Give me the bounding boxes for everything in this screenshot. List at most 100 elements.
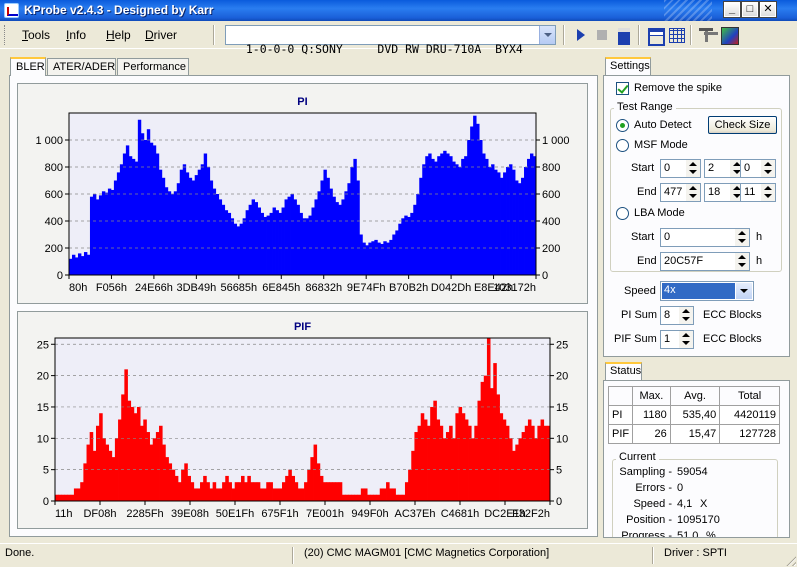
pi-sum-label: PI Sum [621, 309, 658, 321]
pi-bar [305, 218, 309, 275]
pi-bar [146, 129, 151, 275]
spin-arrows-icon[interactable] [735, 253, 749, 270]
pi-bar [221, 204, 226, 275]
layout-view-button[interactable] [645, 25, 665, 46]
pif-bar [540, 419, 545, 501]
pi-bar [104, 192, 109, 275]
pif-bar [474, 425, 478, 501]
pif-bar [477, 400, 482, 501]
resize-grip-icon[interactable] [784, 554, 796, 566]
pi-bar [362, 242, 366, 275]
pi-bar [341, 199, 345, 275]
tab-status[interactable]: Status [605, 362, 642, 380]
sampling-label: Sampling - [619, 466, 672, 478]
pi-bar [131, 158, 136, 275]
tab-performance[interactable]: Performance [117, 58, 189, 75]
stop-button[interactable] [592, 25, 612, 45]
spin-arrows-icon[interactable] [761, 184, 775, 201]
pi-bar [269, 212, 273, 275]
menu-help[interactable]: Help [106, 28, 131, 42]
speed-select[interactable]: 4x [660, 281, 754, 301]
auto-detect-radio[interactable] [616, 119, 629, 132]
msf-start-sec-input[interactable]: 2 [704, 159, 745, 178]
lba-end-input[interactable]: 20C57F [660, 252, 750, 271]
pi-bar [167, 191, 172, 275]
menu-tools[interactable]: Tools [22, 28, 50, 42]
pif-bar [351, 494, 355, 501]
pif-bar [398, 494, 403, 501]
pif-sum-unit: ECC Blocks [703, 333, 762, 345]
maximize-button[interactable]: □ [741, 1, 759, 18]
menu-tools-label: ools [28, 28, 51, 42]
stats-header-avg: Avg. [669, 386, 721, 406]
remove-spike-checkbox[interactable] [616, 82, 629, 95]
msf-start-frame-input[interactable]: 0 [740, 159, 776, 178]
menu-grip[interactable] [4, 25, 7, 45]
tab-bler[interactable]: BLER [10, 57, 46, 76]
msf-mode-radio[interactable] [616, 139, 629, 152]
start-button[interactable] [571, 25, 591, 45]
menu-driver[interactable]: Driver [145, 28, 177, 42]
pif-bar [345, 494, 349, 501]
save-button[interactable] [614, 25, 634, 45]
pi-bar [236, 226, 241, 275]
tab-ater-ader[interactable]: ATER/ADER [47, 58, 116, 75]
pi-bar [503, 172, 507, 275]
tools-icon[interactable] [697, 25, 717, 45]
toolbar-separator [213, 25, 215, 45]
spin-arrows-icon[interactable] [686, 184, 700, 201]
pi-bar [455, 164, 459, 275]
about-icon[interactable] [719, 25, 739, 45]
drive-select-value: 1-0-0-0 Q:SONY DVD RW DRU-710A BYX4 [245, 42, 523, 56]
pi-bar [194, 175, 199, 275]
menu-info[interactable]: Info [66, 28, 86, 42]
pif-bar [389, 488, 393, 501]
pif-bar [360, 488, 365, 501]
pif-bar [332, 482, 336, 501]
pi-bar [383, 241, 387, 275]
lba-start-input[interactable]: 0 [660, 228, 750, 247]
spin-arrows-icon[interactable] [761, 160, 775, 177]
msf-start-min-input[interactable]: 0 [660, 159, 701, 178]
drive-select[interactable]: 1-0-0-0 Q:SONY DVD RW DRU-710A BYX4 [225, 25, 556, 56]
close-button[interactable]: ✕ [759, 1, 777, 18]
pi-bar [479, 140, 483, 275]
spin-arrows-icon[interactable] [686, 160, 700, 177]
pi-sum-input[interactable]: 8 [660, 306, 694, 325]
status-panel: Max. Avg. Total PI 1180 535,40 4420119 P… [603, 380, 790, 538]
msf-end-frame-input[interactable]: 11 [740, 183, 776, 202]
pi-bar [446, 153, 450, 275]
pif-bar [209, 488, 214, 501]
pi-ytick-label: 400 [45, 216, 63, 228]
app-icon[interactable] [4, 3, 19, 18]
msf-end-sec-input[interactable]: 18 [704, 183, 745, 202]
pi-bar [98, 195, 103, 275]
pi-bar [80, 256, 85, 275]
check-size-button[interactable]: Check Size [708, 116, 777, 134]
pif-bar [313, 444, 318, 501]
pif-bar [155, 432, 160, 501]
chevron-down-icon[interactable] [736, 283, 752, 299]
msf-end-min-input[interactable]: 477 [660, 183, 701, 202]
lba-mode-radio[interactable] [616, 207, 629, 220]
pi-bar [338, 204, 342, 275]
pif-bar [140, 425, 144, 501]
pif-bar [121, 394, 125, 501]
spin-arrows-icon[interactable] [735, 229, 749, 246]
pif-bar [496, 394, 500, 501]
spin-arrows-icon[interactable] [679, 307, 693, 324]
menu-driver-label: river [153, 28, 178, 42]
pif-bar [250, 482, 255, 501]
pif-sum-input[interactable]: 1 [660, 330, 694, 349]
pi-bar [281, 207, 285, 275]
pi-bar [449, 156, 453, 275]
pi-xtick-label: B70B2h [389, 282, 428, 294]
grid-view-button[interactable] [666, 25, 686, 45]
pif-ytick-label-right: 5 [556, 465, 562, 477]
tab-settings[interactable]: Settings [605, 57, 651, 75]
spin-arrows-icon[interactable] [679, 331, 693, 348]
minimize-button[interactable]: _ [723, 1, 741, 18]
pi-bar [209, 180, 214, 275]
chevron-down-icon[interactable] [539, 26, 555, 44]
current-speed-value: 4,1 [677, 498, 693, 510]
